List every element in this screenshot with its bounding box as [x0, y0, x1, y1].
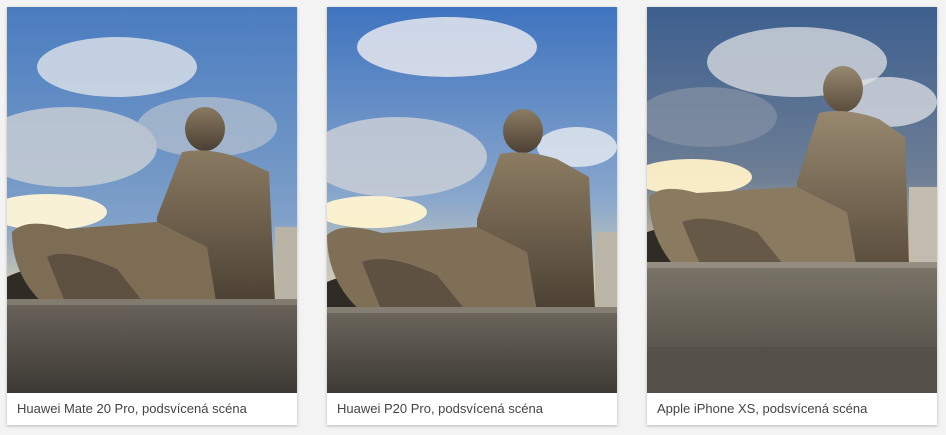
photo-iphone-xs[interactable]	[647, 7, 937, 393]
photo-mate-20-pro[interactable]	[7, 7, 297, 393]
gallery-card-iphone-xs[interactable]: Apple iPhone XS, podsvícená scéna	[647, 7, 937, 425]
gallery-card-p20-pro[interactable]: Huawei P20 Pro, podsvícená scéna	[327, 7, 617, 425]
photo-caption: Huawei Mate 20 Pro, podsvícená scéna	[17, 401, 247, 416]
statue-photo-image	[647, 7, 937, 393]
photo-p20-pro[interactable]	[327, 7, 617, 393]
photo-caption: Apple iPhone XS, podsvícená scéna	[657, 401, 868, 416]
photo-gallery: Huawei Mate 20 Pro, podsvícená scéna Hua…	[0, 0, 946, 435]
photo-caption: Huawei P20 Pro, podsvícená scéna	[337, 401, 543, 416]
statue-photo-image	[7, 7, 297, 393]
gallery-card-mate-20-pro[interactable]: Huawei Mate 20 Pro, podsvícená scéna	[7, 7, 297, 425]
statue-photo-image	[327, 7, 617, 393]
